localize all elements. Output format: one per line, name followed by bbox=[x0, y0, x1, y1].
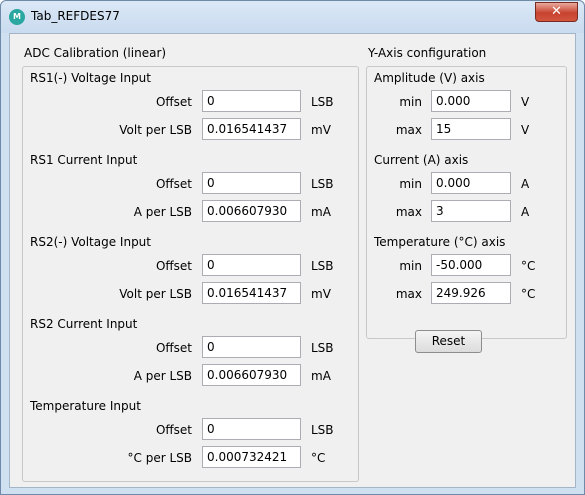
rs2-current-scale-input[interactable]: 0.006607930 bbox=[202, 364, 301, 386]
amplitude-max-input[interactable]: 15 bbox=[431, 118, 511, 140]
amplitude-min-label: min bbox=[399, 95, 422, 109]
current-max-label: max bbox=[395, 205, 422, 219]
temperature-axis-title: Temperature (°C) axis bbox=[374, 235, 506, 249]
adc-calibration-title: ADC Calibration (linear) bbox=[23, 46, 168, 60]
rs1-voltage-scale-label: Volt per LSB bbox=[119, 123, 192, 137]
rs1-voltage-offset-unit: LSB bbox=[311, 95, 334, 109]
rs1-current-scale-input[interactable]: 0.006607930 bbox=[202, 200, 301, 222]
rs1-current-scale-label: A per LSB bbox=[133, 205, 192, 219]
rs1-current-offset-input[interactable]: 0 bbox=[202, 172, 301, 194]
rs1-voltage-title: RS1(-) Voltage Input bbox=[30, 71, 151, 85]
rs2-voltage-scale-unit: mV bbox=[311, 287, 331, 301]
rs2-current-title: RS2 Current Input bbox=[30, 317, 138, 331]
temperature-axis-max-input[interactable]: 249.926 bbox=[431, 282, 511, 304]
rs1-voltage-offset-input[interactable]: 0 bbox=[202, 90, 301, 112]
amplitude-max-unit: V bbox=[521, 123, 530, 137]
temperature-scale-label: °C per LSB bbox=[127, 451, 192, 465]
close-button[interactable]: ✕ bbox=[535, 2, 578, 22]
temperature-offset-label: Offset bbox=[155, 423, 192, 437]
rs2-voltage-title: RS2(-) Voltage Input bbox=[30, 235, 151, 249]
rs2-current-offset-label: Offset bbox=[155, 341, 192, 355]
current-max-input[interactable]: 3 bbox=[431, 200, 511, 222]
window-title: Tab_REFDES77 bbox=[31, 9, 120, 23]
amplitude-min-unit: V bbox=[521, 95, 530, 109]
rs2-current-offset-unit: LSB bbox=[311, 341, 334, 355]
rs2-current-scale-label: A per LSB bbox=[133, 369, 192, 383]
temperature-axis-max-unit: °C bbox=[521, 287, 536, 301]
app-window: M Tab_REFDES77 ✕ ADC Calibration (linear… bbox=[0, 0, 585, 495]
rs2-voltage-scale-label: Volt per LSB bbox=[119, 287, 192, 301]
rs2-voltage-offset-input[interactable]: 0 bbox=[202, 254, 301, 276]
temperature-axis-min-unit: °C bbox=[521, 259, 536, 273]
rs2-current-offset-input[interactable]: 0 bbox=[202, 336, 301, 358]
title-bar[interactable]: M Tab_REFDES77 ✕ bbox=[1, 1, 584, 33]
rs2-voltage-scale-input[interactable]: 0.016541437 bbox=[202, 282, 301, 304]
rs1-current-scale-unit: mA bbox=[311, 205, 331, 219]
temperature-offset-input[interactable]: 0 bbox=[202, 418, 301, 440]
rs1-voltage-scale-unit: mV bbox=[311, 123, 331, 137]
amplitude-min-input[interactable]: 0.000 bbox=[431, 90, 511, 112]
reset-button[interactable]: Reset bbox=[415, 330, 482, 353]
temperature-input-title: Temperature Input bbox=[30, 399, 141, 413]
rs1-voltage-scale-input[interactable]: 0.016541437 bbox=[202, 118, 301, 140]
temperature-scale-unit: °C bbox=[311, 451, 326, 465]
temperature-axis-max-label: max bbox=[395, 287, 422, 301]
rs1-voltage-offset-label: Offset bbox=[155, 95, 192, 109]
current-axis-title: Current (A) axis bbox=[374, 153, 469, 167]
current-min-label: min bbox=[399, 177, 422, 191]
current-min-input[interactable]: 0.000 bbox=[431, 172, 511, 194]
y-axis-title: Y-Axis configuration bbox=[367, 46, 488, 60]
current-min-unit: A bbox=[521, 177, 530, 191]
amplitude-axis-title: Amplitude (V) axis bbox=[374, 71, 485, 85]
temperature-scale-input[interactable]: 0.000732421 bbox=[202, 446, 301, 468]
temperature-offset-unit: LSB bbox=[311, 423, 334, 437]
rs2-voltage-offset-unit: LSB bbox=[311, 259, 334, 273]
temperature-axis-min-label: min bbox=[399, 259, 422, 273]
amplitude-max-label: max bbox=[395, 123, 422, 137]
rs1-current-offset-label: Offset bbox=[155, 177, 192, 191]
rs2-current-scale-unit: mA bbox=[311, 369, 331, 383]
current-max-unit: A bbox=[521, 205, 530, 219]
rs1-current-offset-unit: LSB bbox=[311, 177, 334, 191]
rs2-voltage-offset-label: Offset bbox=[155, 259, 192, 273]
temperature-axis-min-input[interactable]: -50.000 bbox=[431, 254, 511, 276]
rs1-current-title: RS1 Current Input bbox=[30, 153, 138, 167]
maxim-logo-icon: M bbox=[9, 9, 25, 25]
client-area: ADC Calibration (linear) RS1(-) Voltage … bbox=[9, 33, 576, 488]
